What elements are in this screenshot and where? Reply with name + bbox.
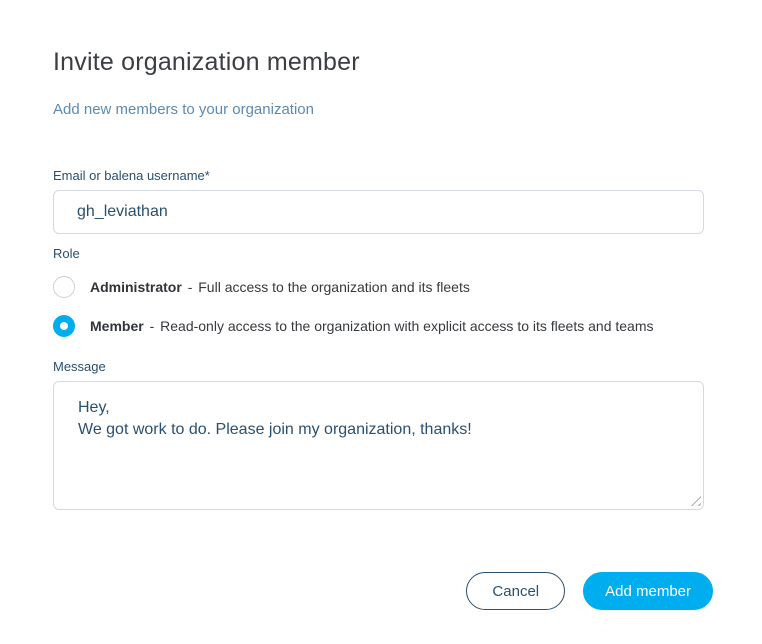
role-option-administrator[interactable]: Administrator - Full access to the organ… [53,276,704,298]
page-subtitle: Add new members to your organization [53,101,314,118]
role-name: Administrator [90,279,182,295]
role-name: Member [90,318,144,334]
add-member-button[interactable]: Add member [583,572,713,610]
modal-actions: Cancel Add member [466,572,713,610]
modal-content: Invite organization member Add new membe… [53,0,704,510]
role-option-member[interactable]: Member - Read-only access to the organiz… [53,315,704,337]
cancel-button[interactable]: Cancel [466,572,566,610]
page-title: Invite organization member [53,48,360,76]
role-option-text: Member - Read-only access to the organiz… [90,316,654,336]
email-input[interactable] [53,190,704,234]
role-option-text: Administrator - Full access to the organ… [90,277,470,297]
radio-member[interactable] [53,315,75,337]
message-label: Message [53,359,106,374]
message-textarea[interactable]: Hey, We got work to do. Please join my o… [53,381,704,510]
radio-administrator[interactable] [53,276,75,298]
invite-organization-member-modal: Invite organization member Add new membe… [0,0,762,644]
role-description: Full access to the organization and its … [198,279,470,295]
message-textarea-wrap: Hey, We got work to do. Please join my o… [53,381,704,510]
email-label: Email or balena username* [53,168,210,183]
radio-dot-icon [60,322,68,330]
role-separator: - [187,279,193,295]
role-label: Role [53,246,80,261]
role-separator: - [149,318,155,334]
role-description: Read-only access to the organization wit… [160,318,654,334]
